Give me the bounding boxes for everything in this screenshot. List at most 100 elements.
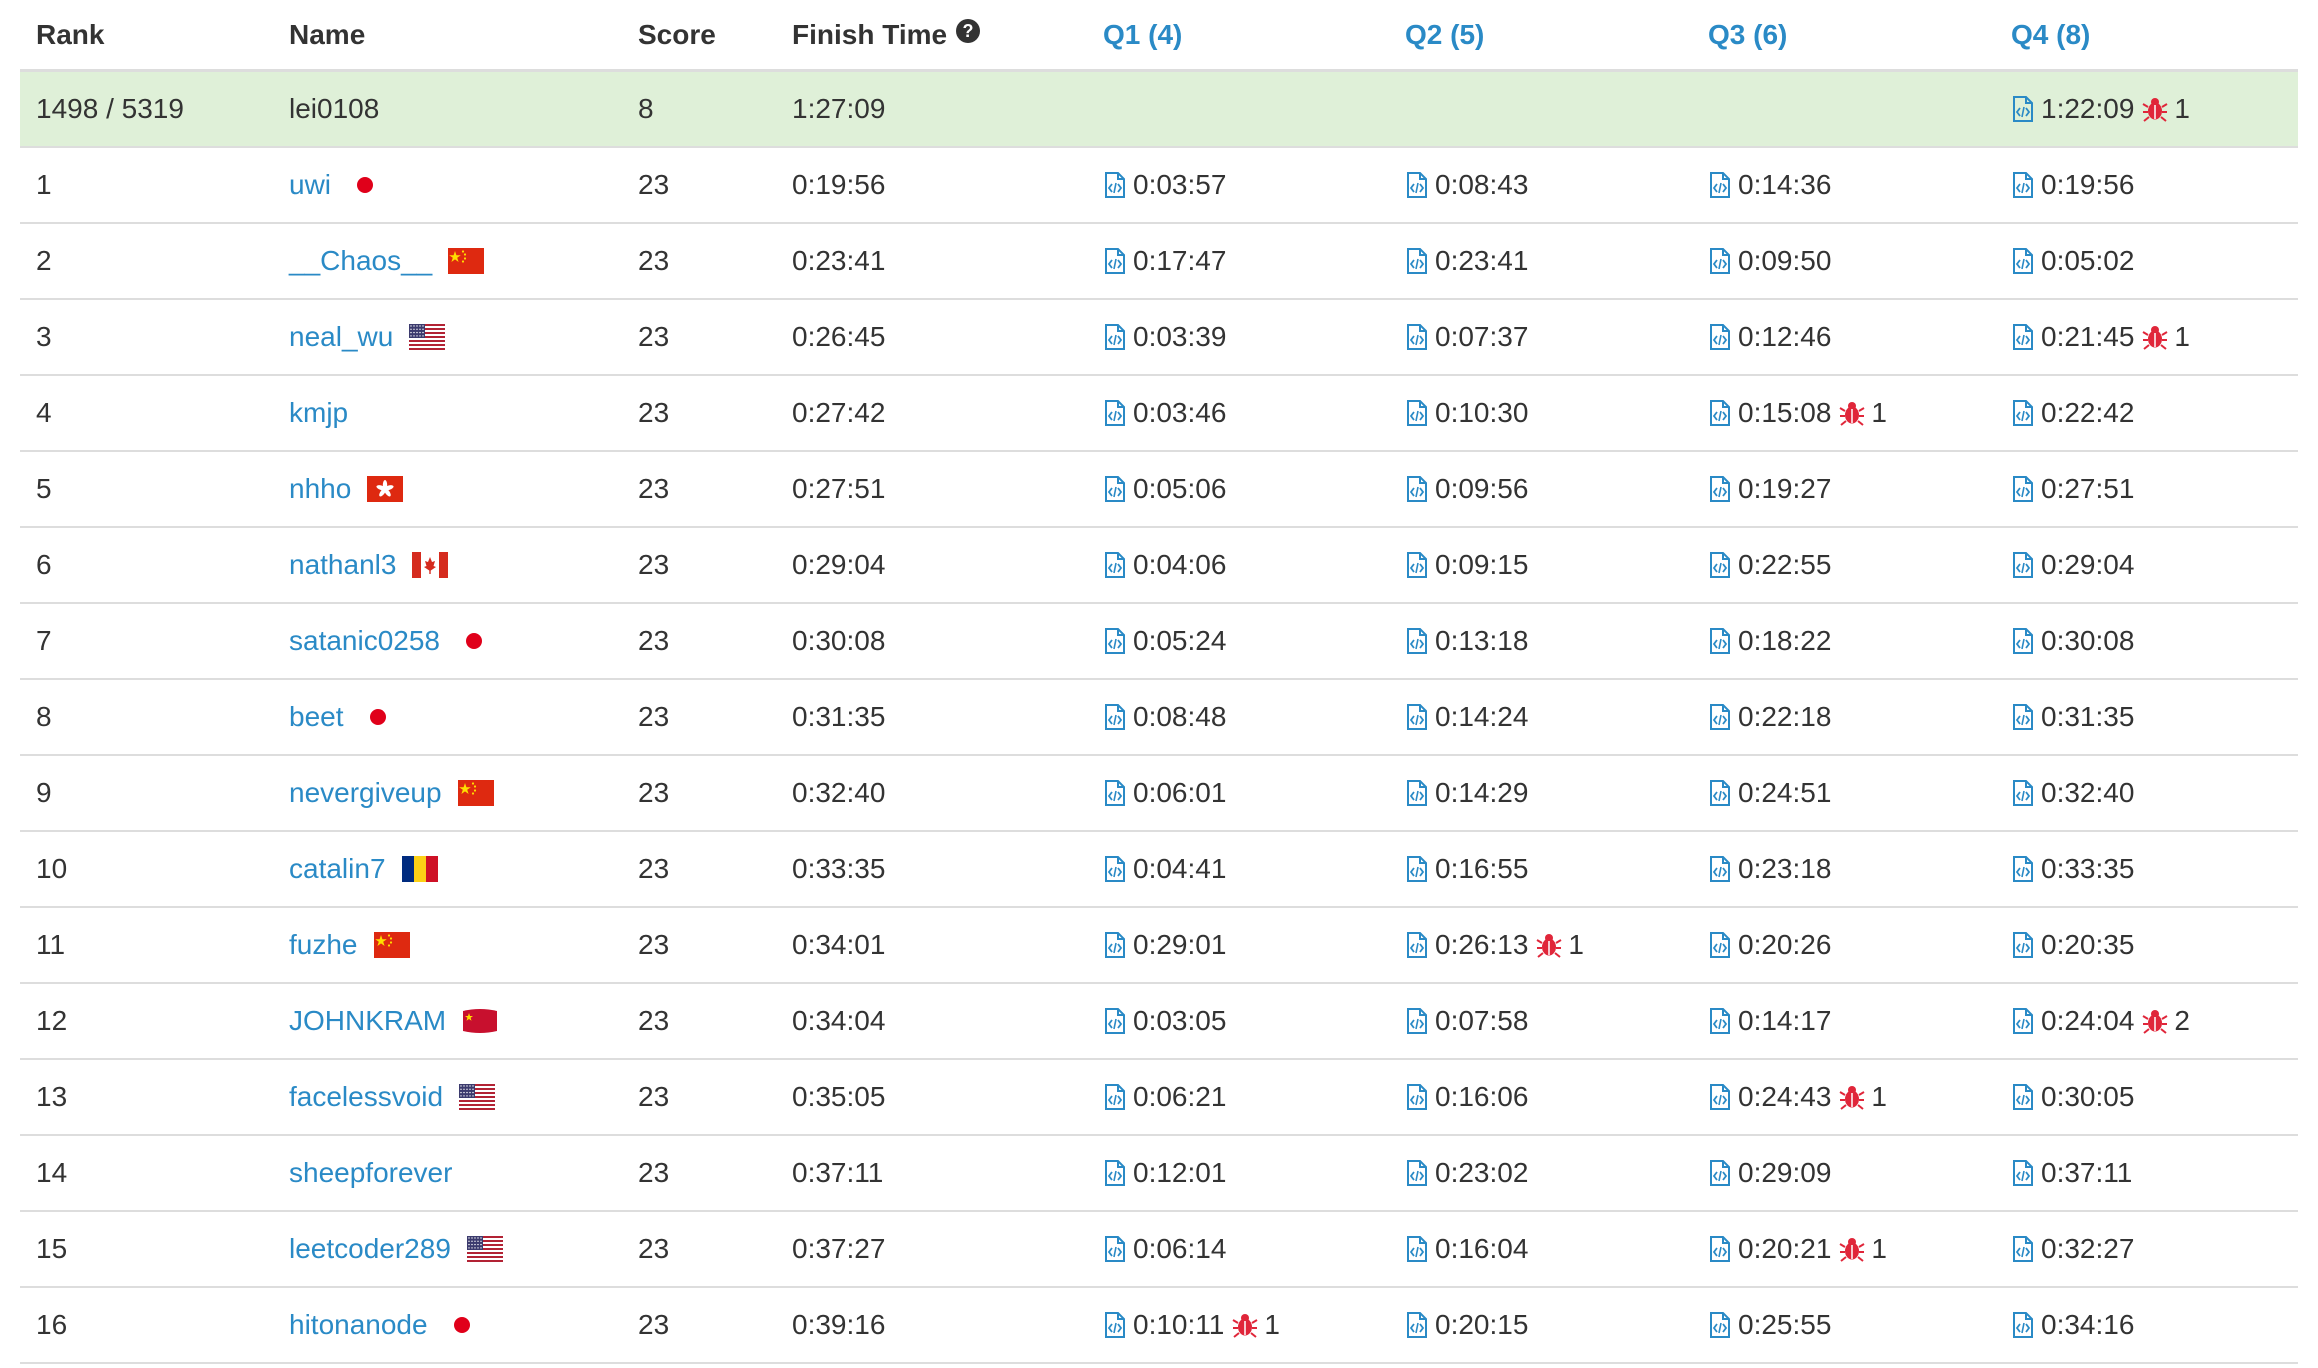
code-file-icon[interactable] [2011,95,2035,123]
q3-submission-link[interactable]: 0:09:50 [1708,245,1831,277]
q3-submission-link[interactable]: 0:15:08 [1708,397,1831,429]
header-q3-link[interactable]: Q3 (6) [1708,0,1787,69]
q4-submission-link[interactable]: 0:24:04 [2011,1005,2134,1037]
code-file-icon[interactable] [1103,1311,1127,1339]
code-file-icon[interactable] [1103,1235,1127,1263]
q4-submission-link[interactable]: 0:37:11 [2011,1157,2132,1189]
code-file-icon[interactable] [1103,171,1127,199]
code-file-icon[interactable] [1103,323,1127,351]
user-profile-link[interactable]: neal_wu [289,321,393,353]
question-circle-icon[interactable]: ? [955,18,981,51]
q2-submission-link[interactable]: 0:26:13 [1405,929,1528,961]
q2-submission-link[interactable]: 0:09:15 [1405,549,1528,581]
q1-submission-link[interactable]: 0:12:01 [1103,1157,1226,1189]
code-file-icon[interactable] [1708,703,1732,731]
user-profile-link[interactable]: beet [289,701,344,733]
q4-submission-link[interactable]: 0:19:56 [2011,169,2134,201]
code-file-icon[interactable] [1405,247,1429,275]
user-profile-link[interactable]: hitonanode [289,1309,428,1341]
q2-submission-link[interactable]: 0:16:06 [1405,1081,1528,1113]
code-file-icon[interactable] [2011,551,2035,579]
q2-submission-link[interactable]: 0:07:37 [1405,321,1528,353]
q4-submission-link[interactable]: 0:31:35 [2011,701,2134,733]
code-file-icon[interactable] [1103,779,1127,807]
q4-submission-link[interactable]: 0:05:02 [2011,245,2134,277]
code-file-icon[interactable] [1708,475,1732,503]
q4-submission-link[interactable]: 0:22:42 [2011,397,2134,429]
code-file-icon[interactable] [2011,1311,2035,1339]
q4-submission-link[interactable]: 1:22:09 [2011,93,2134,125]
code-file-icon[interactable] [1708,171,1732,199]
code-file-icon[interactable] [1708,779,1732,807]
q2-submission-link[interactable]: 0:16:55 [1405,853,1528,885]
q3-submission-link[interactable]: 0:24:51 [1708,777,1831,809]
code-file-icon[interactable] [1405,703,1429,731]
code-file-icon[interactable] [2011,399,2035,427]
q1-submission-link[interactable]: 0:06:01 [1103,777,1226,809]
code-file-icon[interactable] [1103,703,1127,731]
code-file-icon[interactable] [2011,1007,2035,1035]
user-profile-link[interactable]: facelessvoid [289,1081,443,1113]
code-file-icon[interactable] [2011,323,2035,351]
user-profile-link[interactable]: nevergiveup [289,777,442,809]
code-file-icon[interactable] [1708,551,1732,579]
q4-submission-link[interactable]: 0:33:35 [2011,853,2134,885]
user-profile-link[interactable]: fuzhe [289,929,358,961]
q2-submission-link[interactable]: 0:07:58 [1405,1005,1528,1037]
user-profile-link[interactable]: JOHNKRAM [289,1005,446,1037]
header-q1-link[interactable]: Q1 (4) [1103,0,1182,69]
q4-submission-link[interactable]: 0:34:16 [2011,1309,2134,1341]
q1-submission-link[interactable]: 0:03:46 [1103,397,1226,429]
code-file-icon[interactable] [1405,931,1429,959]
q4-submission-link[interactable]: 0:27:51 [2011,473,2134,505]
q4-submission-link[interactable]: 0:20:35 [2011,929,2134,961]
code-file-icon[interactable] [1405,1311,1429,1339]
user-profile-link[interactable]: uwi [289,169,331,201]
code-file-icon[interactable] [1103,247,1127,275]
user-profile-link[interactable]: __Chaos__ [289,245,432,277]
q1-submission-link[interactable]: 0:05:24 [1103,625,1226,657]
q4-submission-link[interactable]: 0:32:27 [2011,1233,2134,1265]
code-file-icon[interactable] [1708,1235,1732,1263]
q1-submission-link[interactable]: 0:03:39 [1103,321,1226,353]
code-file-icon[interactable] [2011,475,2035,503]
code-file-icon[interactable] [1103,1007,1127,1035]
q1-submission-link[interactable]: 0:03:57 [1103,169,1226,201]
q4-submission-link[interactable]: 0:21:45 [2011,321,2134,353]
code-file-icon[interactable] [2011,1083,2035,1111]
code-file-icon[interactable] [2011,703,2035,731]
code-file-icon[interactable] [1708,931,1732,959]
q2-submission-link[interactable]: 0:23:02 [1405,1157,1528,1189]
q2-submission-link[interactable]: 0:10:30 [1405,397,1528,429]
user-profile-link[interactable]: sheepforever [289,1157,452,1189]
q2-submission-link[interactable]: 0:08:43 [1405,169,1528,201]
code-file-icon[interactable] [2011,1235,2035,1263]
code-file-icon[interactable] [1103,627,1127,655]
code-file-icon[interactable] [2011,627,2035,655]
q4-submission-link[interactable]: 0:30:05 [2011,1081,2134,1113]
code-file-icon[interactable] [1405,627,1429,655]
q1-submission-link[interactable]: 0:29:01 [1103,929,1226,961]
q3-submission-link[interactable]: 0:22:55 [1708,549,1831,581]
code-file-icon[interactable] [1708,247,1732,275]
code-file-icon[interactable] [1103,855,1127,883]
code-file-icon[interactable] [2011,779,2035,807]
q1-submission-link[interactable]: 0:03:05 [1103,1005,1226,1037]
code-file-icon[interactable] [1405,323,1429,351]
q4-submission-link[interactable]: 0:30:08 [2011,625,2134,657]
code-file-icon[interactable] [1708,855,1732,883]
code-file-icon[interactable] [1405,779,1429,807]
q3-submission-link[interactable]: 0:22:18 [1708,701,1831,733]
q1-submission-link[interactable]: 0:08:48 [1103,701,1226,733]
q1-submission-link[interactable]: 0:04:06 [1103,549,1226,581]
code-file-icon[interactable] [1405,475,1429,503]
code-file-icon[interactable] [1708,323,1732,351]
code-file-icon[interactable] [1405,1235,1429,1263]
q1-submission-link[interactable]: 0:05:06 [1103,473,1226,505]
q2-submission-link[interactable]: 0:16:04 [1405,1233,1528,1265]
q3-submission-link[interactable]: 0:29:09 [1708,1157,1831,1189]
user-profile-link[interactable]: nhho [289,473,351,505]
code-file-icon[interactable] [1103,1083,1127,1111]
q2-submission-link[interactable]: 0:23:41 [1405,245,1528,277]
q2-submission-link[interactable]: 0:14:29 [1405,777,1528,809]
